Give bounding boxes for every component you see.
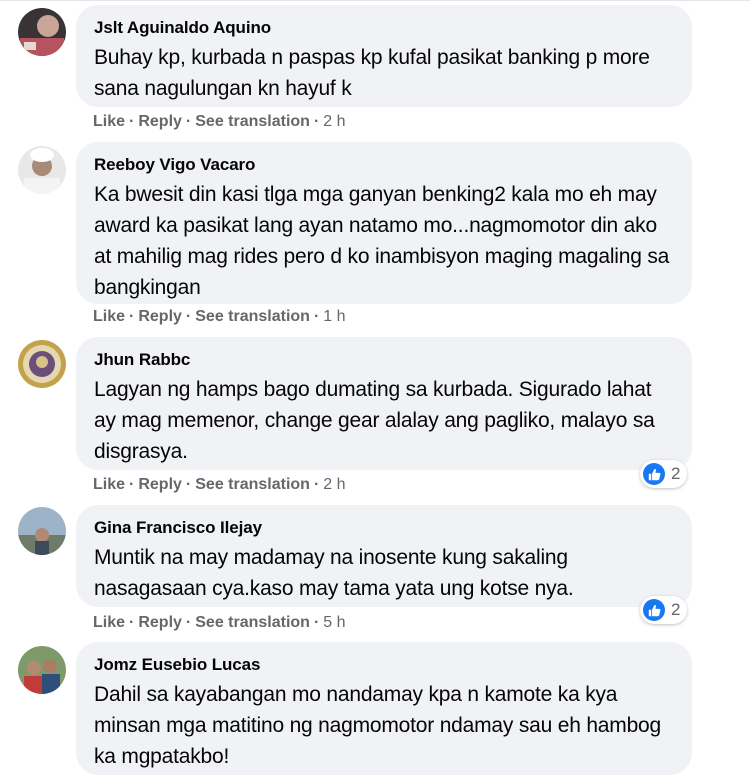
separator-dot: · [185, 614, 192, 631]
avatar[interactable] [18, 340, 66, 388]
comment-actions: Like · Reply · See translation · 5 h [93, 613, 346, 633]
comment-text: Muntik na may madamay na inosente kung s… [94, 546, 574, 600]
separator-dot: · [129, 308, 135, 325]
like-button[interactable]: Like [93, 476, 125, 493]
separator-dot: · [185, 308, 192, 325]
avatar[interactable] [18, 507, 66, 555]
comment-bubble: Gina Francisco Ilejay Muntik na may mada… [76, 505, 692, 607]
avatar[interactable] [18, 8, 66, 56]
comment-author[interactable]: Gina Francisco Ilejay [94, 517, 674, 539]
comment-actions: Like · Reply · See translation · 2 h [93, 112, 346, 132]
separator-dot: · [129, 614, 135, 631]
see-translation-link[interactable]: See translation [195, 614, 310, 631]
separator-dot: · [129, 113, 135, 130]
comment-bubble: Jslt Aguinaldo Aquino Buhay kp, kurbada … [76, 5, 692, 107]
like-button[interactable]: Like [93, 113, 125, 130]
comment-timestamp[interactable]: 2 h [323, 476, 345, 493]
separator-dot: · [185, 113, 192, 130]
comment-actions: Like · Reply · See translation · 2 h [93, 475, 346, 495]
reply-button[interactable]: Reply [138, 476, 182, 493]
like-thumb-icon [643, 463, 665, 485]
see-translation-link[interactable]: See translation [195, 113, 310, 130]
comment-author[interactable]: Jomz Eusebio Lucas [94, 654, 674, 676]
comment-bubble: Jhun Rabbc Lagyan ng hamps bago dumating… [76, 337, 692, 470]
reaction-summary[interactable]: 2 [640, 596, 688, 624]
separator-dot: · [185, 476, 192, 493]
comment-author[interactable]: Jslt Aguinaldo Aquino [94, 17, 674, 39]
separator-dot: · [313, 614, 320, 631]
comment-text: Dahil sa kayabangan mo nandamay kpa n ka… [94, 683, 662, 768]
comment-text: Lagyan ng hamps bago dumating sa kurbada… [94, 378, 655, 463]
avatar[interactable] [18, 146, 66, 194]
comment-actions: Like · Reply · See translation · 1 h [93, 307, 346, 327]
like-button[interactable]: Like [93, 308, 125, 325]
reaction-summary[interactable]: 2 [640, 460, 688, 488]
like-thumb-icon [643, 599, 665, 621]
comment-author[interactable]: Reeboy Vigo Vacaro [94, 154, 674, 176]
comment-timestamp[interactable]: 2 h [323, 113, 345, 130]
reply-button[interactable]: Reply [138, 113, 182, 130]
separator-dot: · [313, 308, 320, 325]
comment-timestamp[interactable]: 5 h [323, 614, 345, 631]
separator-dot: · [129, 476, 135, 493]
reaction-count: 2 [671, 464, 681, 483]
comment-bubble: Reeboy Vigo Vacaro Ka bwesit din kasi tl… [76, 142, 692, 304]
see-translation-link[interactable]: See translation [195, 476, 310, 493]
top-divider [0, 0, 750, 1]
see-translation-link[interactable]: See translation [195, 308, 310, 325]
comment-bubble: Jomz Eusebio Lucas Dahil sa kayabangan m… [76, 642, 692, 775]
comment-text: Buhay kp, kurbada n paspas kp kufal pasi… [94, 46, 650, 100]
reply-button[interactable]: Reply [138, 614, 182, 631]
like-button[interactable]: Like [93, 614, 125, 631]
reply-button[interactable]: Reply [138, 308, 182, 325]
separator-dot: · [313, 113, 320, 130]
separator-dot: · [313, 476, 320, 493]
avatar[interactable] [18, 646, 66, 694]
comment-author[interactable]: Jhun Rabbc [94, 349, 674, 371]
comment-text: Ka bwesit din kasi tlga mga ganyan benki… [94, 183, 670, 299]
comment-timestamp[interactable]: 1 h [323, 308, 345, 325]
reaction-count: 2 [671, 600, 681, 619]
